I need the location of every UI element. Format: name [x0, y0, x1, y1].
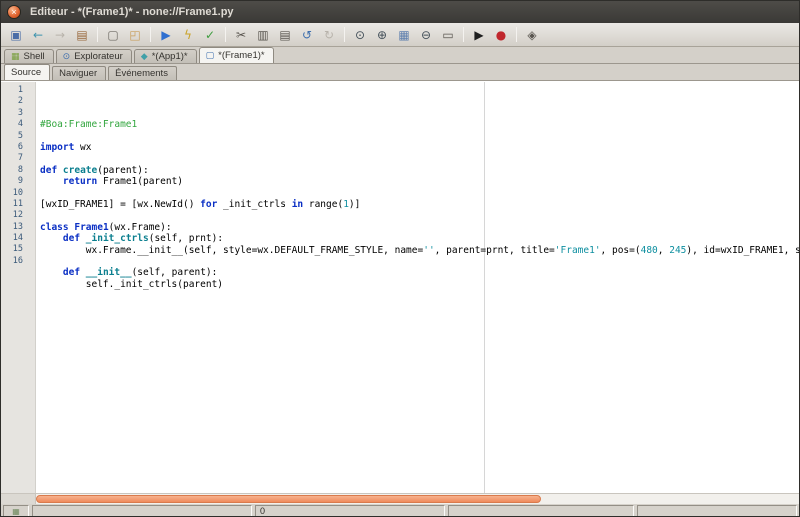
statusbar: ▦ 0	[1, 504, 799, 516]
line-number: 15	[12, 244, 23, 255]
status-mode-panel: ▦	[3, 505, 29, 516]
undo-icon[interactable]: ↺	[297, 25, 317, 45]
titlebar: × Editeur - *(Frame1)* - none://Frame1.p…	[1, 1, 799, 23]
tab-label: Shell	[23, 51, 45, 62]
code-line-11[interactable]: def _init_ctrls(self, prnt):	[40, 233, 799, 244]
copy-icon[interactable]: ▥	[253, 25, 273, 45]
line-number: 6	[17, 141, 23, 152]
toolbar-separator	[463, 27, 464, 42]
status-mode-icon: ▦	[12, 506, 20, 516]
save-icon[interactable]: ▣	[6, 25, 26, 45]
code-line-5[interactable]: def create(parent):	[40, 165, 799, 176]
code-line-7[interactable]	[40, 188, 799, 199]
toolbar-separator	[516, 27, 517, 42]
toolbar: ▣ ← → ▤ ▢ ◰ ▶ ϟ ✓ ✂ ▥ ▤ ↺ ↻ ⊙ ⊕ ▦ ⊖ ▭ ▶ ● ◈	[1, 23, 799, 47]
line-number: 1	[17, 85, 23, 95]
find-in-files-icon[interactable]: ⊕	[372, 25, 392, 45]
main-tab-row: ▦ Shell ⊙ Explorateur ◆ *(App1)* ▢ *(Frame1)*	[1, 47, 799, 64]
code-line-12[interactable]: wx.Frame.__init__(self, style=wx.DEFAULT…	[40, 245, 799, 256]
tab-label: *(App1)*	[151, 51, 188, 62]
code-line-16[interactable]	[40, 290, 799, 301]
code-line-8[interactable]: [wxID_FRAME1] = [wx.NewId() for _init_ct…	[40, 199, 799, 210]
check-source-icon[interactable]: ✓	[200, 25, 220, 45]
tab-frame1[interactable]: ▢ *(Frame1)*	[198, 47, 274, 63]
line-number: 5	[17, 130, 23, 141]
tab-label: *(Frame1)*	[218, 50, 265, 61]
close-button[interactable]: ×	[7, 5, 21, 19]
line-number: 9	[17, 176, 23, 187]
find-icon[interactable]: ⊙	[350, 25, 370, 45]
run-icon[interactable]: ▶	[156, 25, 176, 45]
toolbar-separator	[344, 27, 345, 42]
tab-app1[interactable]: ◆ *(App1)*	[133, 49, 197, 63]
status-extra-panel	[637, 505, 797, 516]
line-number: 14	[12, 233, 23, 244]
explorer-icon: ⊙	[62, 51, 71, 62]
tab-label: Source	[11, 67, 42, 78]
gutter: 1 2 3 4 5 6 7 8 9 10 11 12 13 14 15 16	[1, 82, 36, 493]
status-position-panel: 0	[255, 505, 445, 516]
code-line-9[interactable]	[40, 210, 799, 221]
frame-icon: ▢	[205, 50, 215, 61]
forward-icon[interactable]: →	[50, 25, 70, 45]
code-line-4[interactable]	[40, 153, 799, 164]
horizontal-scrollbar[interactable]	[1, 493, 799, 504]
tab-label: Événements	[115, 68, 168, 79]
tab-source[interactable]: Source	[4, 64, 51, 80]
cut-icon[interactable]: ✂	[231, 25, 251, 45]
settings-icon[interactable]: ◈	[522, 25, 542, 45]
zoom-icon[interactable]: ⊖	[416, 25, 436, 45]
toolbar-separator	[150, 27, 151, 42]
code-line-14[interactable]: def __init__(self, parent):	[40, 267, 799, 278]
help-icon[interactable]: ▤	[72, 25, 92, 45]
code-area[interactable]: #Boa:Frame:Frame1 import wx def create(par…	[36, 82, 799, 493]
code-line-1[interactable]: #Boa:Frame:Frame1	[40, 119, 799, 130]
tab-explorateur[interactable]: ⊙ Explorateur	[55, 49, 132, 63]
scrollbar-thumb[interactable]	[36, 495, 541, 503]
tab-label: Explorateur	[74, 51, 123, 62]
code-line-10[interactable]: class Frame1(wx.Frame):	[40, 222, 799, 233]
code-line-15[interactable]: self._init_ctrls(parent)	[40, 279, 799, 290]
browse-windows-icon[interactable]: ▦	[394, 25, 414, 45]
editor-window: × Editeur - *(Frame1)* - none://Frame1.p…	[0, 0, 800, 517]
line-number: 3	[17, 107, 23, 118]
status-info-panel	[448, 505, 634, 516]
tab-événements[interactable]: Événements	[108, 66, 177, 80]
app-icon: ◆	[140, 51, 148, 62]
code-line-13[interactable]	[40, 256, 799, 267]
toolbar-separator	[97, 27, 98, 42]
back-icon[interactable]: ←	[28, 25, 48, 45]
code-line-2[interactable]	[40, 131, 799, 142]
code-line-6[interactable]: return Frame1(parent)	[40, 176, 799, 187]
scrollbar-corner	[1, 494, 36, 504]
shell-icon: ▦	[11, 51, 20, 62]
run-app-icon[interactable]: ▶	[469, 25, 489, 45]
line-number: 13	[12, 221, 23, 232]
line-number: 7	[17, 153, 23, 164]
debug-icon[interactable]: ϟ	[178, 25, 198, 45]
line-number: 2	[17, 96, 23, 107]
print-icon[interactable]: ▭	[438, 25, 458, 45]
paste-icon[interactable]: ▤	[275, 25, 295, 45]
editor: 1 2 3 4 5 6 7 8 9 10 11 12 13 14 15 16 #Boa:Frame:Frame…	[1, 81, 799, 493]
line-number: 10	[12, 187, 23, 198]
redo-icon[interactable]: ↻	[319, 25, 339, 45]
tab-naviguer[interactable]: Naviguer	[52, 66, 107, 80]
new-icon[interactable]: ▢	[103, 25, 123, 45]
tab-shell[interactable]: ▦ Shell	[4, 49, 54, 63]
code-line-3[interactable]: import wx	[40, 142, 799, 153]
line-number: 4	[17, 119, 23, 130]
tab-label: Naviguer	[59, 68, 98, 79]
line-number: 12	[12, 210, 23, 221]
status-message-panel	[32, 505, 252, 516]
status-position-value: 0	[260, 506, 266, 516]
window-title: Editeur - *(Frame1)* - none://Frame1.py	[30, 6, 234, 18]
line-number: 8	[17, 164, 23, 175]
record-icon[interactable]: ●	[491, 25, 511, 45]
toolbar-separator	[225, 27, 226, 42]
line-number: 11	[12, 198, 23, 209]
line-number: 16	[12, 255, 23, 266]
sub-tab-row: Source Naviguer Événements	[1, 64, 799, 81]
open-icon[interactable]: ◰	[125, 25, 145, 45]
